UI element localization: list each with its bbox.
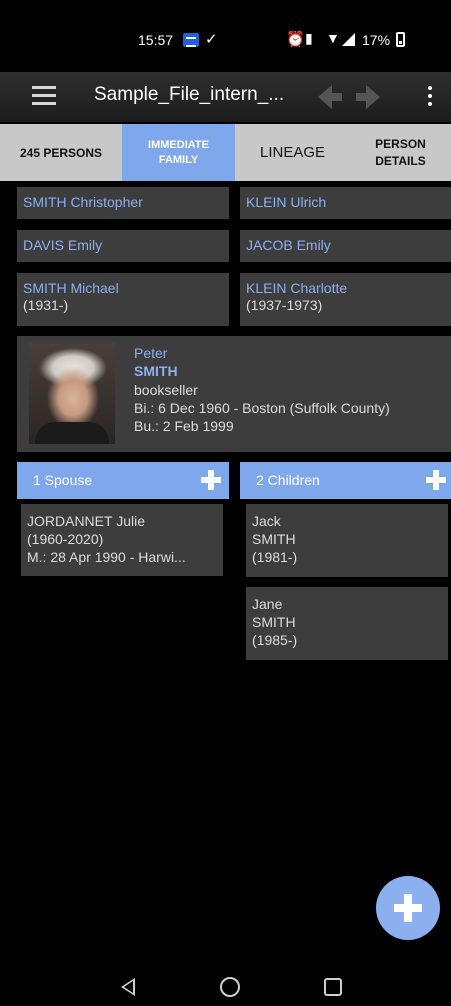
- child-first-name: Jane: [252, 596, 283, 612]
- more-options-icon[interactable]: [428, 86, 434, 108]
- person-occupation: bookseller: [134, 382, 198, 398]
- battery-icon: [396, 32, 405, 47]
- child-first-name: Jack: [252, 513, 281, 529]
- vibrate-icon: ▮: [305, 30, 313, 46]
- marriage-info: M.: 28 Apr 1990 - Harwi...: [27, 549, 186, 565]
- person-last-name: SMITH: [134, 363, 178, 379]
- person-panel[interactable]: Peter SMITH bookseller Bi.: 6 Dec 1960 -…: [17, 336, 451, 452]
- tab-person-details-label: PERSON DETAILS: [375, 137, 426, 168]
- status-bar: 15:57 ✓ ⏰ ▮ ▼ 17%: [0, 0, 451, 72]
- child-dates: (1985-): [252, 632, 298, 648]
- tab-immediate-family[interactable]: IMMEDIATE FAMILY: [122, 124, 235, 181]
- grandparent-card[interactable]: KLEIN Ulrich: [240, 187, 451, 219]
- spouse-header-label: 1 Spouse: [33, 472, 93, 488]
- father-dates: (1931-): [23, 297, 69, 313]
- mother-name: KLEIN Charlotte: [246, 280, 348, 296]
- tab-persons[interactable]: 245 PERSONS: [0, 124, 122, 181]
- children-header: 2 Children: [240, 462, 451, 499]
- app-notification-icon: [183, 33, 199, 47]
- tab-person-details[interactable]: PERSON DETAILS: [350, 124, 451, 181]
- back-arrow-icon[interactable]: [318, 85, 342, 109]
- forward-arrow-icon[interactable]: [356, 85, 380, 109]
- father-card[interactable]: SMITH Michael (1931-): [17, 273, 229, 326]
- child-dates: (1981-): [252, 549, 298, 565]
- child-card[interactable]: Jack SMITH (1981-): [246, 504, 448, 577]
- grandparent-card[interactable]: DAVIS Emily: [17, 230, 229, 262]
- wifi-icon: ▼: [326, 30, 340, 46]
- system-home-icon[interactable]: [220, 977, 240, 997]
- children-header-label: 2 Children: [256, 472, 320, 488]
- mother-card[interactable]: KLEIN Charlotte (1937-1973): [240, 273, 451, 326]
- person-burial: Bu.: 2 Feb 1999: [134, 418, 234, 434]
- spouse-name: JORDANNET Julie: [27, 513, 145, 529]
- system-back-icon[interactable]: [121, 978, 135, 996]
- add-person-fab[interactable]: [376, 876, 440, 940]
- person-photo[interactable]: [29, 343, 115, 444]
- signal-icon: [342, 33, 355, 46]
- tab-lineage[interactable]: LINEAGE: [235, 124, 350, 181]
- tab-immediate-family-label: IMMEDIATE FAMILY: [148, 138, 209, 166]
- mother-dates: (1937-1973): [246, 297, 323, 313]
- father-name: SMITH Michael: [23, 280, 119, 296]
- grandparent-card[interactable]: SMITH Christopher: [17, 187, 229, 219]
- alarm-icon: ⏰: [286, 31, 305, 48]
- child-card[interactable]: Jane SMITH (1985-): [246, 587, 448, 660]
- spouse-header: 1 Spouse: [17, 462, 229, 499]
- grandparent-card[interactable]: JACOB Emily: [240, 230, 451, 262]
- app-toolbar: Sample_File_intern_...: [0, 72, 451, 122]
- spouse-dates: (1960-2020): [27, 531, 104, 547]
- system-nav-bar: [0, 955, 451, 1006]
- system-recents-icon[interactable]: [324, 978, 342, 996]
- person-birth: Bi.: 6 Dec 1960 - Boston (Suffolk County…: [134, 400, 390, 416]
- check-icon: ✓: [205, 31, 218, 48]
- battery-percent: 17%: [362, 32, 391, 48]
- add-spouse-icon[interactable]: [201, 470, 221, 490]
- person-first-name: Peter: [134, 345, 168, 361]
- spouse-card[interactable]: JORDANNET Julie (1960-2020) M.: 28 Apr 1…: [21, 504, 223, 576]
- file-title: Sample_File_intern_...: [94, 84, 285, 105]
- child-last-name: SMITH: [252, 614, 296, 630]
- status-time: 15:57: [138, 32, 174, 48]
- tab-bar: 245 PERSONS IMMEDIATE FAMILY LINEAGE PER…: [0, 124, 451, 181]
- add-child-icon[interactable]: [426, 470, 446, 490]
- child-last-name: SMITH: [252, 531, 296, 547]
- hamburger-menu-icon[interactable]: [32, 86, 56, 106]
